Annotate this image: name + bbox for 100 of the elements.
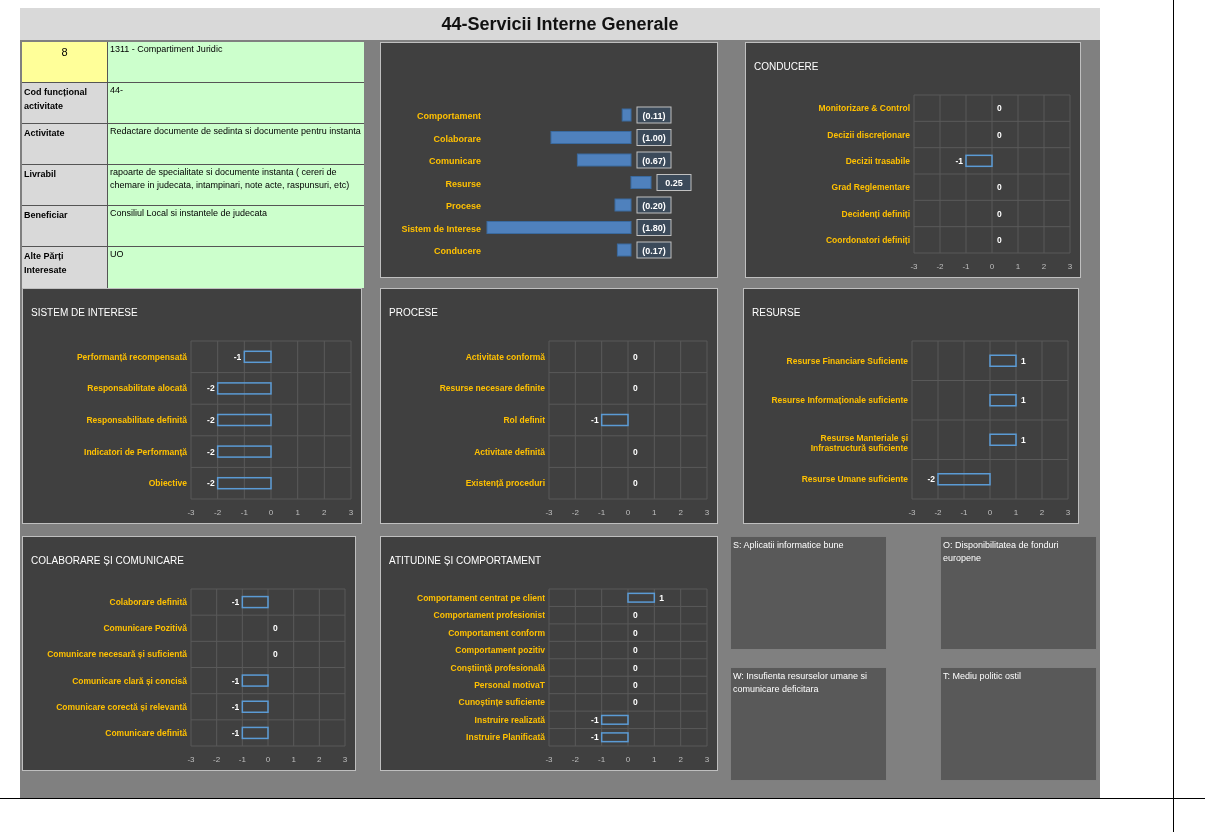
- bar: [600, 714, 629, 725]
- category-label: Comportament pozitiv: [455, 645, 545, 656]
- value-label: 0: [633, 662, 638, 673]
- value-label: (0.11): [636, 106, 672, 124]
- category-label: Comunicare definită: [105, 727, 187, 738]
- value-label: 1: [659, 592, 665, 603]
- value-label: 1: [1021, 395, 1026, 406]
- bar: [621, 108, 632, 122]
- field-value: 44-: [108, 83, 364, 123]
- tick-label: 2: [322, 508, 327, 517]
- field-value: rapoarte de specialitate si documente instanta ( cereri de chemare in judecata, intampinari, note acte, raspunsuri, etc): [108, 165, 364, 205]
- data-label: (1.00): [642, 133, 666, 143]
- category-label: Comunicare: [429, 156, 481, 166]
- category-label: Instruire realizată: [474, 714, 545, 725]
- tick-label: -3: [187, 755, 195, 764]
- category-label: Rol definit: [503, 415, 545, 425]
- tick-label: 1: [652, 755, 657, 764]
- field-label: Alte Părți Interesate: [22, 247, 108, 288]
- value-label: -2: [207, 383, 215, 394]
- field-label: Beneficiar: [22, 206, 108, 246]
- category-label: Resurse Informaționale suficiente: [771, 395, 908, 406]
- value-label: 0: [633, 610, 638, 621]
- chart-title: CONDUCERE: [753, 60, 820, 74]
- bar: [216, 445, 272, 458]
- value-label: 0: [997, 129, 1002, 140]
- value-label: 0: [997, 103, 1002, 114]
- category-label: Comportament: [417, 111, 481, 121]
- tick-label: 3: [1065, 508, 1071, 517]
- field-value: UO: [108, 247, 364, 288]
- category-label: Performanță recompensată: [76, 351, 187, 362]
- tick-label: 0: [268, 508, 274, 517]
- tick-label: -3: [908, 508, 916, 517]
- tick-label: -1: [238, 755, 246, 764]
- category-label: Comunicare clară și concisă: [72, 675, 187, 686]
- value-label: (1.80): [636, 219, 672, 236]
- field-value: Redactare documente de sedinta si documente pentru instanta: [108, 124, 364, 164]
- bar: [576, 153, 632, 167]
- category-label: Comunicare necesară și suficientă: [47, 649, 187, 660]
- bar: [937, 473, 991, 486]
- category-label: Comportament centrat pe client: [417, 592, 545, 603]
- chart-title: ATITUDINE ȘI COMPORTAMENT: [388, 554, 543, 568]
- bar: [241, 674, 269, 687]
- category-label: Responsabilitate alocată: [87, 383, 187, 394]
- category-label: Personal motivaT: [474, 679, 545, 690]
- tick-label: 1: [1015, 262, 1021, 271]
- bar: [241, 700, 269, 713]
- tick-label: -1: [598, 508, 606, 517]
- data-label: 0.25: [665, 178, 683, 188]
- value-label: -1: [591, 415, 599, 425]
- value-label: -1: [231, 727, 240, 738]
- bar: [627, 592, 656, 603]
- tick-label: -1: [240, 508, 248, 517]
- tick-label: 2: [678, 755, 683, 764]
- tick-label: -2: [934, 508, 942, 517]
- value-label: 0: [633, 351, 638, 362]
- data-label: (0.17): [642, 245, 666, 256]
- value-label: (0.17): [636, 241, 672, 259]
- field-label: Activitate: [22, 124, 108, 164]
- category-label: Existență proceduri: [465, 478, 545, 489]
- category-label: Obiective: [148, 478, 187, 489]
- category-label: Decidenți definiți: [841, 208, 910, 219]
- tick-label: -2: [213, 755, 221, 764]
- category-label: Resurse: [445, 178, 481, 189]
- swot-note: S: Aplicatii informatice bune: [730, 536, 887, 650]
- category-label: Responsabilitate definită: [86, 415, 187, 425]
- category-label: Comportament conform: [448, 627, 545, 638]
- data-label: (0.67): [642, 155, 666, 166]
- swot-note: O: Disponibilitatea de fonduri europene: [940, 536, 1097, 650]
- tick-label: 2: [678, 508, 683, 517]
- tick-label: 0: [265, 755, 271, 764]
- tick-label: 2: [1041, 262, 1047, 271]
- value-label: -1: [231, 597, 240, 608]
- category-label: Colaborare: [433, 133, 481, 144]
- bar: [241, 595, 269, 609]
- tick-label: 2: [317, 755, 322, 764]
- category-label: Cunoștințe suficiente: [458, 697, 545, 708]
- tick-label: 3: [348, 508, 354, 517]
- bar: [243, 350, 272, 364]
- category-label: Grad Reglementare: [831, 182, 910, 193]
- tick-label: 3: [704, 755, 710, 764]
- bar: [614, 198, 632, 212]
- category-label: Resurse necesare definite: [439, 383, 545, 394]
- field-value: Consiliul Local si instantele de judecata: [108, 206, 364, 246]
- bar: [989, 433, 1017, 446]
- category-label: Resurse Umane suficiente: [801, 474, 908, 485]
- value-label: -1: [955, 155, 963, 166]
- number-cell: 8: [22, 42, 108, 82]
- value-label: 0: [997, 234, 1002, 245]
- category-label: Resurse Manteriale și Infrastructură suficiente: [810, 432, 908, 453]
- value-label: 0: [997, 208, 1002, 219]
- chart-title: PROCESE: [388, 306, 439, 320]
- category-label: Decizii discreționare: [827, 129, 910, 140]
- tick-label: -2: [571, 755, 579, 764]
- bar: [989, 394, 1017, 407]
- category-label: Comunicare corectă și relevantă: [56, 701, 187, 712]
- value-label: 0: [633, 446, 638, 457]
- tick-label: -2: [571, 508, 579, 517]
- bar: [600, 732, 629, 743]
- tick-label: -1: [962, 262, 970, 271]
- category-label: Instruire Planificată: [466, 732, 545, 743]
